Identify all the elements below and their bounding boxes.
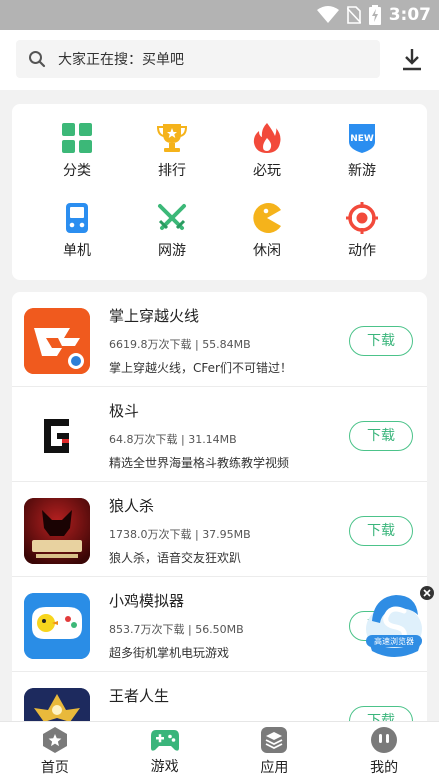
app-name: 小鸡模拟器 [109, 592, 185, 610]
tab-games[interactable]: 游戏 [110, 722, 220, 781]
download-button[interactable]: 下载 [349, 421, 413, 451]
app-meta: 6619.8万次下载 | 55.84MB [109, 338, 251, 351]
category-action[interactable]: 动作 [322, 202, 402, 260]
clock: 3:07 [388, 5, 431, 25]
werewolf-app-icon [24, 498, 90, 564]
tab-label: 应用 [260, 760, 289, 776]
category-single-player[interactable]: 单机 [37, 202, 117, 260]
download-button[interactable]: 下载 [349, 516, 413, 546]
category-label: 分类 [63, 163, 91, 179]
download-button[interactable]: 下载 [349, 326, 413, 356]
chicken-emulator-app-icon [24, 593, 90, 659]
no-sim-icon [346, 6, 361, 24]
bottom-tab-bar: 首页 游戏 应用 我的 [0, 721, 439, 781]
app-name: 极斗 [109, 402, 140, 420]
category-label: 必玩 [253, 163, 281, 179]
tab-apps[interactable]: 应用 [220, 722, 330, 781]
search-placeholder: 大家正在搜：买单吧 [58, 52, 184, 68]
category-label: 网游 [158, 243, 186, 259]
category-label: 休闲 [253, 243, 281, 259]
pacman-icon [253, 203, 281, 233]
app-list: 掌上穿越火线 6619.8万次下载 | 55.84MB 掌上穿越火线，CFer们… [12, 292, 427, 732]
category-grid: 分类 排行 必玩 NEW 新游 单机 网游 休闲 动作 [12, 104, 427, 280]
floating-ad-label: 高速浏览器 [374, 637, 414, 646]
category-classify[interactable]: 分类 [37, 122, 117, 180]
tab-label: 首页 [40, 760, 69, 776]
jidou-app-icon [24, 403, 90, 469]
tab-label: 游戏 [150, 759, 179, 775]
list-item[interactable]: 极斗 64.8万次下载 | 31.14MB 精选全世界海量格斗教练教学视频 下载 [12, 387, 427, 482]
battery-charging-icon [368, 5, 381, 25]
app-description: 超多街机掌机电玩游戏 [109, 646, 230, 660]
home-star-icon [42, 727, 67, 753]
category-new-games[interactable]: NEW 新游 [322, 122, 402, 180]
new-badge-icon: NEW [349, 124, 375, 153]
crossfire-app-icon [24, 308, 90, 374]
list-item[interactable]: 狼人杀 1738.0万次下载 | 37.95MB 狼人杀，语音交友狂欢趴 下载 [12, 482, 427, 577]
category-ranking[interactable]: 排行 [132, 122, 212, 180]
profile-face-icon [371, 727, 398, 753]
wifi-icon [316, 6, 339, 23]
app-description: 狼人杀，语音交友狂欢趴 [109, 551, 242, 565]
category-label: 动作 [348, 243, 376, 259]
tab-label: 我的 [370, 760, 399, 776]
header: 大家正在搜：买单吧 [0, 30, 439, 90]
category-must-play[interactable]: 必玩 [227, 122, 307, 180]
search-icon [29, 51, 46, 68]
grid-icon [62, 123, 92, 153]
category-label: 单机 [63, 243, 91, 259]
status-bar: 3:07 [0, 0, 439, 30]
tab-home[interactable]: 首页 [0, 722, 110, 781]
app-meta: 1738.0万次下载 | 37.95MB [109, 528, 251, 541]
gamepad-device-icon [66, 203, 88, 233]
app-description: 掌上穿越火线，CFer们不可错过！ [109, 361, 292, 375]
download-icon[interactable] [399, 46, 425, 72]
svg-text:NEW: NEW [350, 134, 374, 144]
floating-browser-ad[interactable]: 高速浏览器 [360, 585, 435, 665]
target-icon [346, 202, 378, 234]
category-label: 排行 [158, 163, 186, 179]
flame-icon [253, 123, 281, 153]
app-name: 王者人生 [109, 687, 170, 705]
game-controller-icon [150, 730, 179, 751]
app-name: 掌上穿越火线 [109, 307, 200, 325]
app-name: 狼人杀 [109, 497, 155, 515]
category-casual[interactable]: 休闲 [227, 202, 307, 260]
swords-icon [158, 204, 186, 230]
app-meta: 853.7万次下载 | 56.50MB [109, 623, 244, 636]
list-item[interactable]: 掌上穿越火线 6619.8万次下载 | 55.84MB 掌上穿越火线，CFer们… [12, 292, 427, 387]
app-meta: 64.8万次下载 | 31.14MB [109, 433, 237, 446]
category-label: 新游 [348, 163, 376, 179]
tab-mine[interactable]: 我的 [329, 722, 439, 781]
search-bar[interactable]: 大家正在搜：买单吧 [16, 40, 380, 78]
app-description: 精选全世界海量格斗教练教学视频 [109, 456, 290, 470]
category-online-games[interactable]: 网游 [132, 202, 212, 260]
apps-layers-icon [261, 727, 288, 753]
trophy-icon [156, 124, 188, 152]
